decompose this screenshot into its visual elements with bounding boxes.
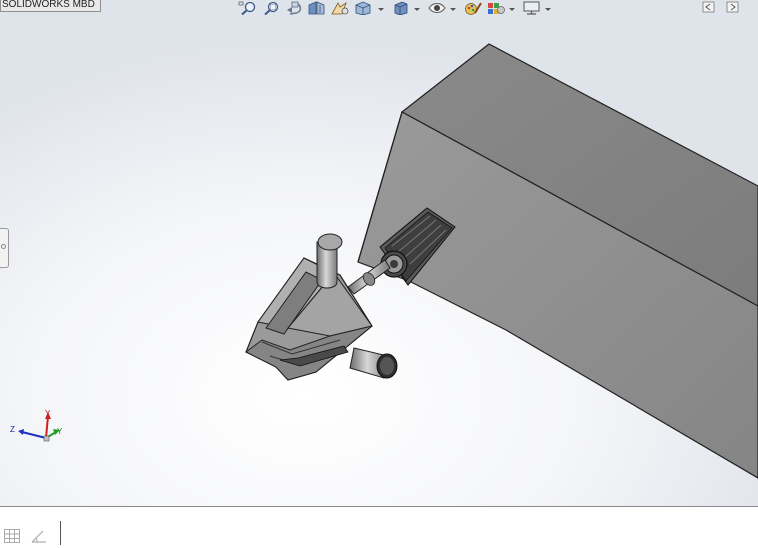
horizontal-pin-cylinder[interactable] [349,347,398,379]
triad-z-label: Z [10,425,15,434]
sketch-status-bar [0,507,758,546]
model-canvas [245,43,758,479]
graphics-area[interactable]: SOLIDWORKS MBD Y Y Z [0,0,758,507]
angle-icon[interactable] [31,529,47,548]
reference-triad: Y Y Z [8,409,68,457]
triad-x-label: Y [57,427,63,436]
toolbar-separator [60,521,61,545]
grid-icon[interactable] [4,529,20,548]
triad-y-label: Y [45,410,51,418]
